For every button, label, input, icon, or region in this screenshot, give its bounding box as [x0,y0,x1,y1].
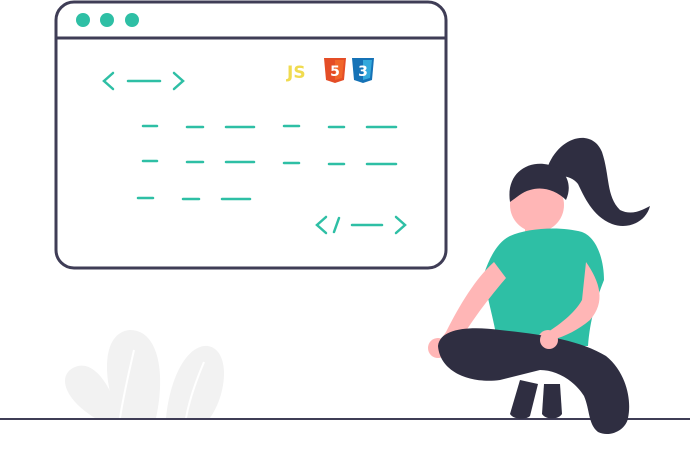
woman-character [428,137,650,435]
window-dot-3[interactable] [125,13,139,27]
js-logo-icon: JS [286,63,306,83]
right-hand-front [540,331,558,349]
html5-logo-text: 5 [330,64,340,80]
browser-window: JS 5 3 [54,0,448,270]
plant-decoration [64,330,224,419]
html5-logo-icon: 5 [324,58,346,83]
window-dot-1[interactable] [76,13,90,27]
css3-logo-text: 3 [358,64,368,80]
developer-illustration: JS 5 3 [0,0,690,435]
css3-logo-icon: 3 [352,58,374,83]
browser-frame [54,0,448,270]
window-dot-2[interactable] [100,13,114,27]
left-shoe [510,380,538,419]
right-shoe [542,384,562,419]
